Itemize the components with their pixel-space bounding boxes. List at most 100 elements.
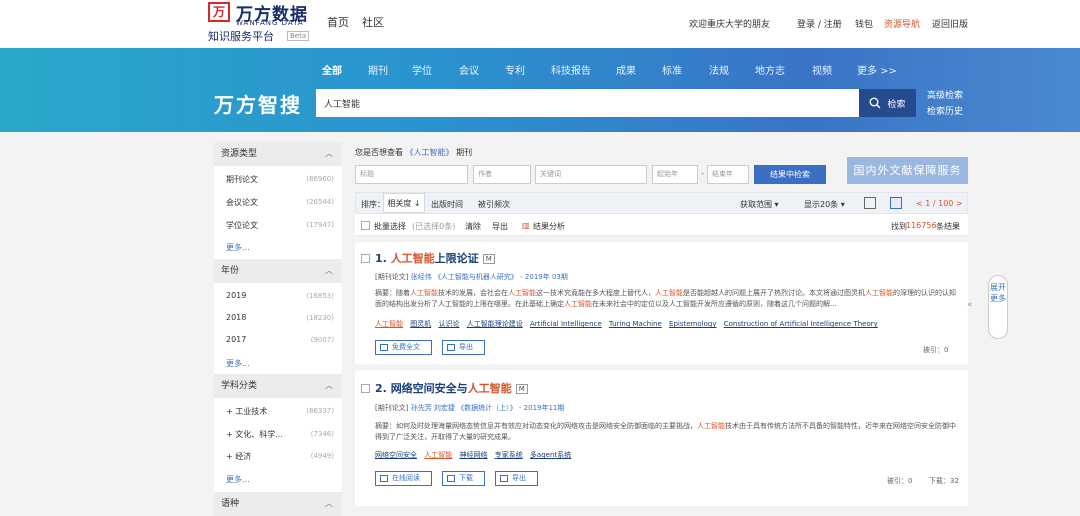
search-button[interactable]: 检索 [859,89,916,117]
per-page-dropdown[interactable]: 显示20条 ▾ [804,199,845,210]
section-language[interactable]: 语种 ︿ [214,492,342,516]
end-year-input[interactable]: 结束年 [707,165,749,184]
more-link[interactable]: 更多... [226,242,250,253]
result-checkbox[interactable] [361,384,370,393]
free-fulltext-button[interactable]: 免费全文 [375,340,432,355]
wanfang-logo-icon[interactable]: 万 [208,2,230,22]
author-link[interactable]: 孙先芳 刘宏捷 [411,404,455,412]
tab-degree[interactable]: 学位 [412,62,432,77]
advanced-search-link[interactable]: 高级检索 [927,88,963,101]
export-result-button[interactable]: 导出 [495,471,538,486]
more-link[interactable]: 更多... [226,474,250,485]
export-result-button[interactable]: 导出 [442,340,485,355]
button-label: 在线阅读 [392,474,420,482]
filter-year-2018[interactable]: 2018 [226,313,246,322]
tab-journal[interactable]: 期刊 [368,62,388,77]
read-online-button[interactable]: 在线阅读 [375,471,432,486]
grid-view-icon[interactable] [864,197,876,209]
sort-publish-time[interactable]: 出版时间 [431,199,463,210]
journal-link[interactable]: 《人工智能与机器人研究》 [434,273,518,281]
doc-type: [期刊论文] [375,404,409,412]
keyword-link[interactable]: 多agent系统 [530,451,571,459]
search-history-link[interactable]: 检索历史 [927,104,963,117]
tab-regulation[interactable]: 法规 [709,62,729,77]
result-checkbox[interactable] [361,254,370,263]
section-year[interactable]: 年份 ︿ [214,259,342,283]
filter-conference-paper[interactable]: 会议论文 [226,197,258,208]
keyword-link[interactable]: Construction of Artificial Intelligence … [724,320,878,328]
button-label: 免费全文 [392,343,420,351]
keyword-link[interactable]: 人工智能理论建设 [467,320,523,328]
result-abstract: 摘要：随着人工智能技术的发展，会社会在人工智能这一技术究竟能在多大程度上替代人，… [375,289,956,308]
filter-year-2019[interactable]: 2019 [226,291,246,300]
result-title[interactable]: 2. 网络空间安全与人工智能 M [375,380,528,396]
back-old-version-link[interactable]: 返回旧版 [932,17,968,30]
export-button[interactable]: 导出 [492,221,508,232]
chevron-left-icon[interactable]: « [967,300,973,310]
section-subject[interactable]: 学科分类 ︿ [214,374,342,398]
filter-degree-paper[interactable]: 学位论文 [226,220,258,231]
tab-conference[interactable]: 会议 [459,62,479,77]
author-link[interactable]: 张经伟 [411,273,432,281]
title-filter-input[interactable]: 标题 [355,165,468,184]
search-input[interactable] [316,89,859,117]
tab-more[interactable]: 更多 >> [857,62,897,77]
tab-patent[interactable]: 专利 [505,62,525,77]
issue-link[interactable]: - 2019年 03期 [520,273,568,281]
doc-type: [期刊论文] [375,273,409,281]
download-button[interactable]: 下载 [442,471,485,486]
start-year-input[interactable]: 起始年 [652,165,698,184]
keyword-link[interactable]: 神经网络 [459,451,487,459]
keyword-link[interactable]: 专家系统 [495,451,523,459]
tab-local-chronicle[interactable]: 地方志 [755,62,785,77]
keyword-link[interactable]: 人工智能 [375,320,403,328]
tab-video[interactable]: 视频 [812,62,832,77]
journal-link[interactable]: 《数据统计（上）》 [457,404,517,412]
section-resource-type[interactable]: 资源类型 ︿ [214,142,342,166]
suggestion-term-link[interactable]: 《人工智能》 [406,148,454,157]
more-link[interactable]: 更多... [226,358,250,369]
issue-link[interactable]: - 2019年11期 [519,404,564,412]
resource-nav-link[interactable]: 资源导航 [884,17,920,30]
result-analysis-button[interactable]: 结果分析 [533,221,565,232]
keyword-link[interactable]: 认识论 [438,320,459,328]
tab-achievement[interactable]: 成果 [616,62,636,77]
login-link[interactable]: 登录 / 注册 [797,17,842,30]
foreign-literature-service-button[interactable]: 国内外文献保障服务 [847,157,968,184]
tab-standard[interactable]: 标准 [662,62,682,77]
filter-culture-science[interactable]: + 文化、科学... [226,429,283,440]
list-view-icon[interactable] [890,197,902,209]
batch-select[interactable]: 批量选择 [374,221,406,232]
results-main: 您是否想查看 《人工智能》 期刊 标题 作者 关键词 起始年 - 结束年 结果中… [355,142,968,506]
filter-year-2017[interactable]: 2017 [226,335,246,344]
keyword-filter-input[interactable]: 关键词 [535,165,647,184]
nav-home[interactable]: 首页 [327,14,349,30]
keyword-link[interactable]: 人工智能 [424,451,452,459]
tab-all[interactable]: 全部 [322,62,342,77]
wallet-link[interactable]: 钱包 [855,17,873,30]
range-dropdown[interactable]: 获取范围 ▾ [740,199,779,210]
select-all-checkbox[interactable] [361,221,370,230]
button-label: 导出 [459,343,473,351]
expand-more-button[interactable]: 展开更多 [988,275,1008,339]
author-filter-input[interactable]: 作者 [473,165,531,184]
filter-economics[interactable]: + 经济 [226,451,251,462]
keyword-link[interactable]: 图灵机 [410,320,431,328]
result-title[interactable]: 1. 人工智能上限论证 M [375,250,495,266]
sort-relevance[interactable]: 相关度 ↓ [383,193,425,213]
nav-community[interactable]: 社区 [362,14,384,30]
filter-journal-paper[interactable]: 期刊论文 [226,174,258,185]
keyword-link[interactable]: Turing Machine [609,320,662,328]
keyword-link[interactable]: Epistemology [669,320,716,328]
pager[interactable]: < 1 / 100 > [916,199,963,208]
filter-sidebar: 资源类型 ︿ 期刊论文 (86960) 会议论文 (26544) 学位论文 (17… [214,142,342,516]
count: (18230) [306,314,334,322]
clear-button[interactable]: 清除 [465,221,481,232]
keyword-link[interactable]: 网络空间安全 [375,451,417,459]
search-within-results-button[interactable]: 结果中检索 [754,165,826,184]
filter-industrial-tech[interactable]: + 工业技术 [226,406,267,417]
chevron-up-icon: ︿ [325,149,333,158]
sort-cited[interactable]: 被引频次 [478,199,510,210]
keyword-link[interactable]: Artificial Intelligence [530,320,602,328]
tab-tech-report[interactable]: 科技报告 [551,62,591,77]
